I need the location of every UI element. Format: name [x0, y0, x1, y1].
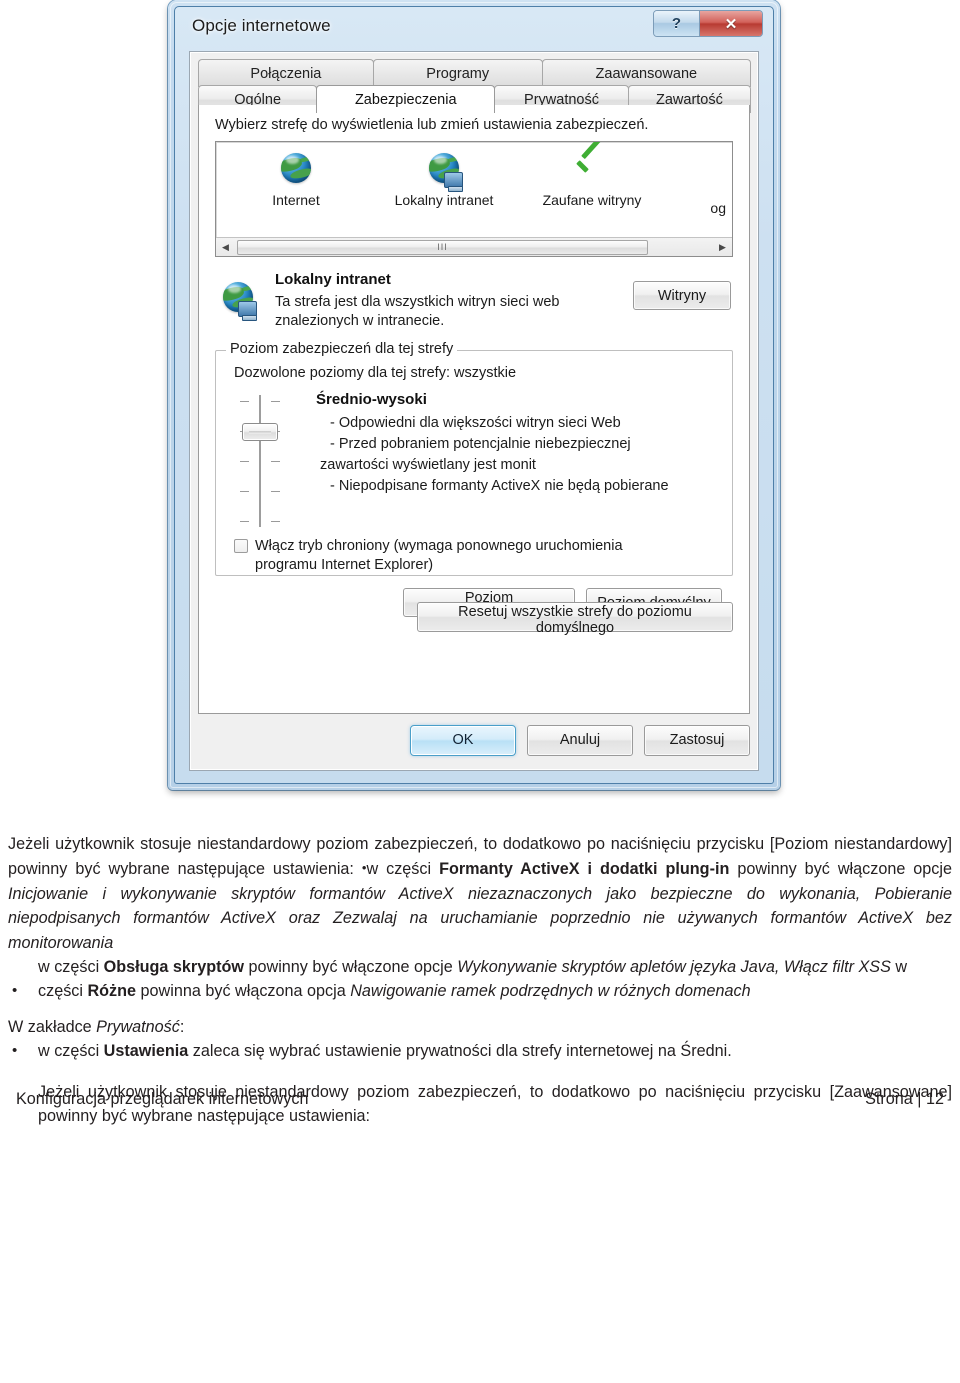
- level-desc-line: - Przed pobraniem potencjalnie niebezpie…: [330, 436, 631, 452]
- help-icon[interactable]: ?: [654, 11, 700, 36]
- tab-programy[interactable]: Programy: [372, 59, 543, 87]
- p3-s2: Prywatność: [96, 1017, 180, 1036]
- dialog-window-frame: Opcje internetowe ? ✕ Połączenia Program…: [168, 0, 780, 790]
- paragraph-2: • w części Obsługa skryptów powinny być w…: [8, 955, 952, 1004]
- bullet-icon: •: [12, 982, 18, 1000]
- slider-rail: [259, 395, 261, 527]
- p2-s6: Różne: [87, 982, 137, 1001]
- zone-list[interactable]: Internet Lokalny intranet Zaufane witryn…: [215, 141, 733, 257]
- protected-mode-checkbox[interactable]: [234, 539, 248, 553]
- scroll-right-arrow-icon[interactable]: ▶: [713, 239, 732, 256]
- p2-s8: Nawigowanie ramek podrzędnych w różnych …: [350, 982, 751, 1001]
- tab-zaawansowane[interactable]: Zaawansowane: [541, 59, 751, 87]
- ok-button[interactable]: OK: [410, 724, 516, 756]
- level-desc-line: zawartości wyświetlany jest monit: [320, 457, 536, 473]
- zone-label: Lokalny intranet: [394, 192, 494, 208]
- zone-list-scrollbar[interactable]: ◀ III ▶: [216, 237, 732, 256]
- scrollbar-track[interactable]: III: [235, 239, 713, 256]
- p4-s3: zaleca się wybrać ustawienie prywatności…: [188, 1042, 732, 1061]
- footer-right-text: Strona | 12: [865, 1089, 944, 1108]
- green-check-icon: [573, 152, 611, 186]
- zone-label: Zaufane witryny: [542, 192, 642, 208]
- zone-lokalny-intranet[interactable]: Lokalny intranet: [370, 150, 518, 208]
- protected-mode-label: Włącz tryb chroniony (wymaga ponownego u…: [255, 538, 623, 573]
- zone-zaufane-witryny[interactable]: Zaufane witryny: [518, 150, 666, 208]
- p2-s1: w części: [38, 958, 104, 977]
- protected-mode-row: Włącz tryb chroniony (wymaga ponownego u…: [234, 537, 716, 575]
- page-footer: Konfiguracja przeglądarek internetowych …: [16, 1090, 944, 1109]
- paragraph-3: W zakładce Prywatność:: [8, 1015, 952, 1039]
- cancel-button[interactable]: Anuluj: [527, 724, 633, 756]
- paragraph-4: • w części Ustawienia zaleca się wybrać u…: [8, 1039, 952, 1128]
- level-desc-line: - Niepodpisane formanty ActiveX nie będą…: [330, 478, 669, 494]
- scroll-left-arrow-icon[interactable]: ◀: [216, 239, 235, 256]
- level-description: - Odpowiedni dla większości witryn sieci…: [320, 413, 718, 497]
- p1-s2: w części: [366, 860, 440, 879]
- document-body: Jeżeli użytkownik stosuje niestandardowy…: [8, 832, 952, 1129]
- selected-zone-panel: Lokalny intranet Ta strefa jest dla wszy…: [215, 267, 733, 341]
- globe-icon: [279, 152, 313, 186]
- tab-zabezpieczenia[interactable]: Zabezpieczenia: [316, 85, 496, 113]
- footer-left-text: Konfiguracja przeglądarek internetowych: [16, 1089, 309, 1108]
- allowed-levels-label: Dozwolone poziomy dla tej strefy: wszyst…: [234, 365, 517, 381]
- tab-row-top: Połączenia Programy Zaawansowane: [198, 59, 751, 87]
- bullet-icon: •: [12, 1042, 18, 1060]
- p3-s3: :: [179, 1017, 185, 1036]
- slider-thumb[interactable]: [242, 423, 278, 441]
- selected-zone-description: Ta strefa jest dla wszystkich witryn sie…: [275, 294, 560, 329]
- p3-s1: W zakładce: [8, 1017, 97, 1036]
- reset-all-zones-button[interactable]: Resetuj wszystkie strefy do poziomu domy…: [417, 602, 733, 636]
- apply-button[interactable]: Zastosuj: [644, 724, 750, 756]
- scrollbar-thumb[interactable]: III: [237, 239, 649, 255]
- p2-s4: Wykonywanie skryptów apletów języka Java…: [457, 958, 891, 977]
- security-level-group: Poziom zabezpieczeń dla tej strefy Dozwo…: [215, 341, 733, 622]
- caption-button-group: ? ✕: [653, 10, 763, 37]
- dialog-window: Opcje internetowe ? ✕ Połączenia Program…: [174, 6, 774, 784]
- zone-list-items: Internet Lokalny intranet Zaufane witryn…: [216, 142, 732, 238]
- close-icon[interactable]: ✕: [700, 11, 762, 36]
- tab-page-security: Wybierz strefę do wyświetlenia lub zmień…: [198, 105, 750, 714]
- zone-clipped-label: og: [710, 200, 726, 216]
- dialog-footer: OK Anuluj Zastosuj: [198, 720, 750, 760]
- p2-s3: powinny być włączone opcje: [244, 958, 458, 977]
- tab-polaczenia[interactable]: Połączenia: [198, 59, 374, 87]
- p2-s2: Obsługa skryptów: [103, 958, 244, 977]
- selected-zone-title: Lokalny intranet: [275, 271, 391, 288]
- globe-computer-icon: [221, 281, 257, 321]
- security-level-group-title: Poziom zabezpieczeń dla tej strefy: [226, 341, 458, 357]
- paragraph-1: Jeżeli użytkownik stosuje niestandardowy…: [8, 832, 952, 955]
- zone-hint-label: Wybierz strefę do wyświetlenia lub zmień…: [215, 117, 649, 133]
- globe-computer-icon: [427, 152, 463, 192]
- zone-label: Internet: [272, 192, 320, 208]
- sites-button[interactable]: Witryny: [633, 281, 731, 310]
- zone-internet[interactable]: Internet: [222, 150, 370, 208]
- internet-options-screenshot: Opcje internetowe ? ✕ Połączenia Program…: [168, 0, 788, 800]
- dialog-title: Opcje internetowe: [192, 16, 331, 35]
- dialog-client-area: Połączenia Programy Zaawansowane Ogólne …: [189, 51, 759, 771]
- level-desc-line: - Odpowiedni dla większości witryn sieci…: [330, 415, 621, 431]
- p1-s3: Formanty ActiveX i dodatki plung-in: [439, 860, 730, 879]
- p1-s4: powinny być włączone opcje: [729, 860, 952, 879]
- p2-s7: powinna być włączona opcja: [136, 982, 351, 1001]
- level-name-label: Średnio-wysoki: [316, 391, 427, 408]
- p1-s5: Inicjowanie i wykonywanie skryptów forma…: [8, 884, 952, 952]
- p4-s2: Ustawienia: [103, 1042, 189, 1061]
- selected-zone-icon-wrap: [221, 281, 257, 321]
- security-level-slider[interactable]: [228, 395, 292, 527]
- dialog-titlebar[interactable]: Opcje internetowe ? ✕: [175, 7, 773, 51]
- p4-s1: w części: [38, 1042, 104, 1061]
